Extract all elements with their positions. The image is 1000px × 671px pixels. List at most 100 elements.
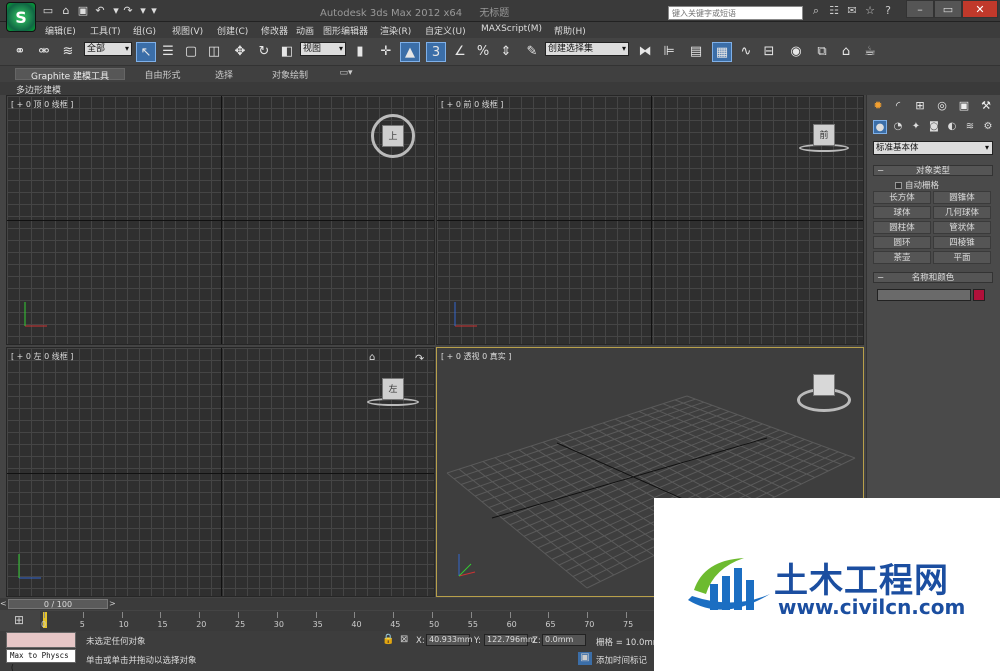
viewport-front[interactable]: [ + 0 前 0 线框 ] 前 [436, 95, 864, 345]
absolute-mode-icon[interactable]: ⊠ [400, 634, 408, 645]
utilities-tab-icon[interactable]: ⚒ [977, 98, 995, 114]
geosphere-button[interactable]: 几何球体 [933, 206, 991, 219]
menu-animation[interactable]: 动画 [296, 24, 314, 37]
undo-icon[interactable]: ↶ [92, 4, 108, 18]
create-tab-icon[interactable]: ✹ [869, 98, 887, 114]
save-icon[interactable]: ▣ [75, 4, 91, 18]
menu-edit[interactable]: 编辑(E) [45, 24, 76, 37]
x-coordinate-field[interactable]: 40.933mm [426, 634, 473, 646]
mirror-icon[interactable]: ⧓ [635, 42, 655, 62]
search-input[interactable] [668, 6, 803, 20]
binoculars-icon[interactable]: ⌕ [808, 4, 824, 18]
rollout-object-type[interactable]: − 对象类型 [873, 165, 993, 176]
angle-snap-icon[interactable]: ∠ [450, 42, 470, 62]
tab-freeform[interactable]: 自由形式 [140, 68, 185, 81]
spinner-snap-icon[interactable]: ⇕ [496, 42, 516, 62]
layer-manager-icon[interactable]: ▤ [686, 42, 706, 62]
maxscript-input[interactable]: Max to Physcs ( [6, 649, 76, 671]
schematic-view-icon[interactable]: ⊟ [759, 42, 779, 62]
autogrid-checkbox[interactable]: 自动栅格 [895, 179, 939, 191]
viewport-left[interactable]: [ + 0 左 0 线框 ] 左 ⌂ ↷ [6, 347, 435, 597]
minimize-button[interactable]: – [906, 0, 934, 18]
menu-graph-editors[interactable]: 图形编辑器 [323, 24, 368, 37]
tab-graphite-modeling[interactable]: Graphite 建模工具 [15, 68, 125, 82]
open-file-icon[interactable]: ⌂ [58, 4, 74, 18]
rotate-icon[interactable]: ↻ [254, 42, 274, 62]
rollout-name-color[interactable]: − 名称和颜色 [873, 272, 993, 283]
subscription-icon[interactable]: ☷ [826, 4, 842, 18]
hierarchy-tab-icon[interactable]: ⊞ [911, 98, 929, 114]
favorites-icon[interactable]: ☆ [862, 4, 878, 18]
checkbox-box[interactable] [895, 182, 902, 189]
menu-tools[interactable]: 工具(T) [90, 24, 121, 37]
shapes-icon[interactable]: ◔ [891, 120, 905, 134]
menu-modifiers[interactable]: 修改器 [261, 24, 288, 37]
viewcube-icon[interactable]: 左 [382, 378, 404, 400]
lock-selection-icon[interactable]: 🔒 [382, 634, 394, 645]
qa-customize-icon[interactable]: ▾ [146, 4, 162, 18]
menu-maxscript[interactable]: MAXScript(M) [481, 24, 542, 34]
select-by-name-icon[interactable]: ☰ [158, 42, 178, 62]
viewcube-icon[interactable]: 前 [813, 124, 835, 146]
rotate-view-icon[interactable]: ↷ [415, 352, 424, 365]
close-button[interactable]: ✕ [962, 0, 998, 18]
spacewarps-icon[interactable]: ≋ [963, 120, 977, 134]
track-bar-toggle-icon[interactable]: ⊞ [14, 613, 24, 627]
keyboard-shortcut-toggle-icon[interactable]: ▲ [400, 42, 420, 62]
edit-named-selection-icon[interactable]: ✎ [522, 42, 542, 62]
slider-prev-icon[interactable]: < [0, 599, 7, 609]
menu-help[interactable]: 帮助(H) [554, 24, 586, 37]
motion-tab-icon[interactable]: ◎ [933, 98, 951, 114]
modify-tab-icon[interactable]: ◜ [889, 98, 907, 114]
viewport-label-left[interactable]: [ + 0 左 0 线框 ] [11, 351, 73, 362]
menu-rendering[interactable]: 渲染(R) [380, 24, 411, 37]
y-coordinate-field[interactable]: 122.796mm [484, 634, 536, 646]
cone-button[interactable]: 圆锥体 [933, 191, 991, 204]
object-name-field[interactable] [877, 289, 971, 301]
maximize-button[interactable]: ▭ [934, 0, 962, 18]
app-logo-icon[interactable]: S [6, 2, 36, 32]
cameras-icon[interactable]: ◙ [927, 120, 941, 134]
menu-group[interactable]: 组(G) [133, 24, 156, 37]
add-time-tag-button[interactable]: 添加时间标记 [596, 654, 647, 666]
scale-icon[interactable]: ◧ [277, 42, 297, 62]
tab-selection[interactable]: 选择 [208, 68, 240, 81]
slider-next-icon[interactable]: > [109, 599, 116, 609]
time-tag-icon[interactable]: ▣ [578, 652, 592, 665]
redo-icon[interactable]: ↷ [120, 4, 136, 18]
rect-selection-icon[interactable]: ▢ [181, 42, 201, 62]
torus-button[interactable]: 圆环 [873, 236, 931, 249]
box-button[interactable]: 长方体 [873, 191, 931, 204]
ribbon-options-icon[interactable]: ▭▾ [336, 68, 356, 80]
help-icon[interactable]: ? [880, 4, 896, 18]
object-color-swatch[interactable] [973, 289, 985, 301]
cylinder-button[interactable]: 圆柱体 [873, 221, 931, 234]
teapot-button[interactable]: 茶壶 [873, 251, 931, 264]
reference-coord-dropdown[interactable]: 视图 [300, 42, 346, 56]
maxscript-listener-mini[interactable] [6, 632, 76, 648]
helpers-icon[interactable]: ◐ [945, 120, 959, 134]
plane-button[interactable]: 平面 [933, 251, 991, 264]
unlink-icon[interactable]: ⚮ [34, 42, 54, 62]
select-object-icon[interactable]: ↖ [136, 42, 156, 62]
viewcube-icon[interactable]: 上 [382, 125, 404, 147]
material-editor-icon[interactable]: ◉ [786, 42, 806, 62]
home-icon[interactable]: ⌂ [369, 352, 375, 363]
viewport-label-front[interactable]: [ + 0 前 0 线框 ] [441, 99, 503, 110]
bind-spacewarp-icon[interactable]: ≋ [58, 42, 78, 62]
pyramid-button[interactable]: 四棱锥 [933, 236, 991, 249]
geometry-icon[interactable]: ● [873, 120, 887, 134]
menu-create[interactable]: 创建(C) [217, 24, 248, 37]
rendered-frame-icon[interactable]: ⌂ [836, 42, 856, 62]
z-coordinate-field[interactable]: 0.0mm [542, 634, 586, 646]
window-crossing-icon[interactable]: ◫ [204, 42, 224, 62]
curve-editor-icon[interactable]: ∿ [736, 42, 756, 62]
link-icon[interactable]: ⚭ [10, 42, 30, 62]
lights-icon[interactable]: ✦ [909, 120, 923, 134]
communication-icon[interactable]: ✉ [844, 4, 860, 18]
menu-customize[interactable]: 自定义(U) [425, 24, 466, 37]
named-selection-set-dropdown[interactable]: 创建选择集 [545, 42, 629, 56]
align-icon[interactable]: ⊫ [659, 42, 679, 62]
move-icon[interactable]: ✥ [230, 42, 250, 62]
graphite-toggle-icon[interactable]: ▦ [712, 42, 732, 62]
